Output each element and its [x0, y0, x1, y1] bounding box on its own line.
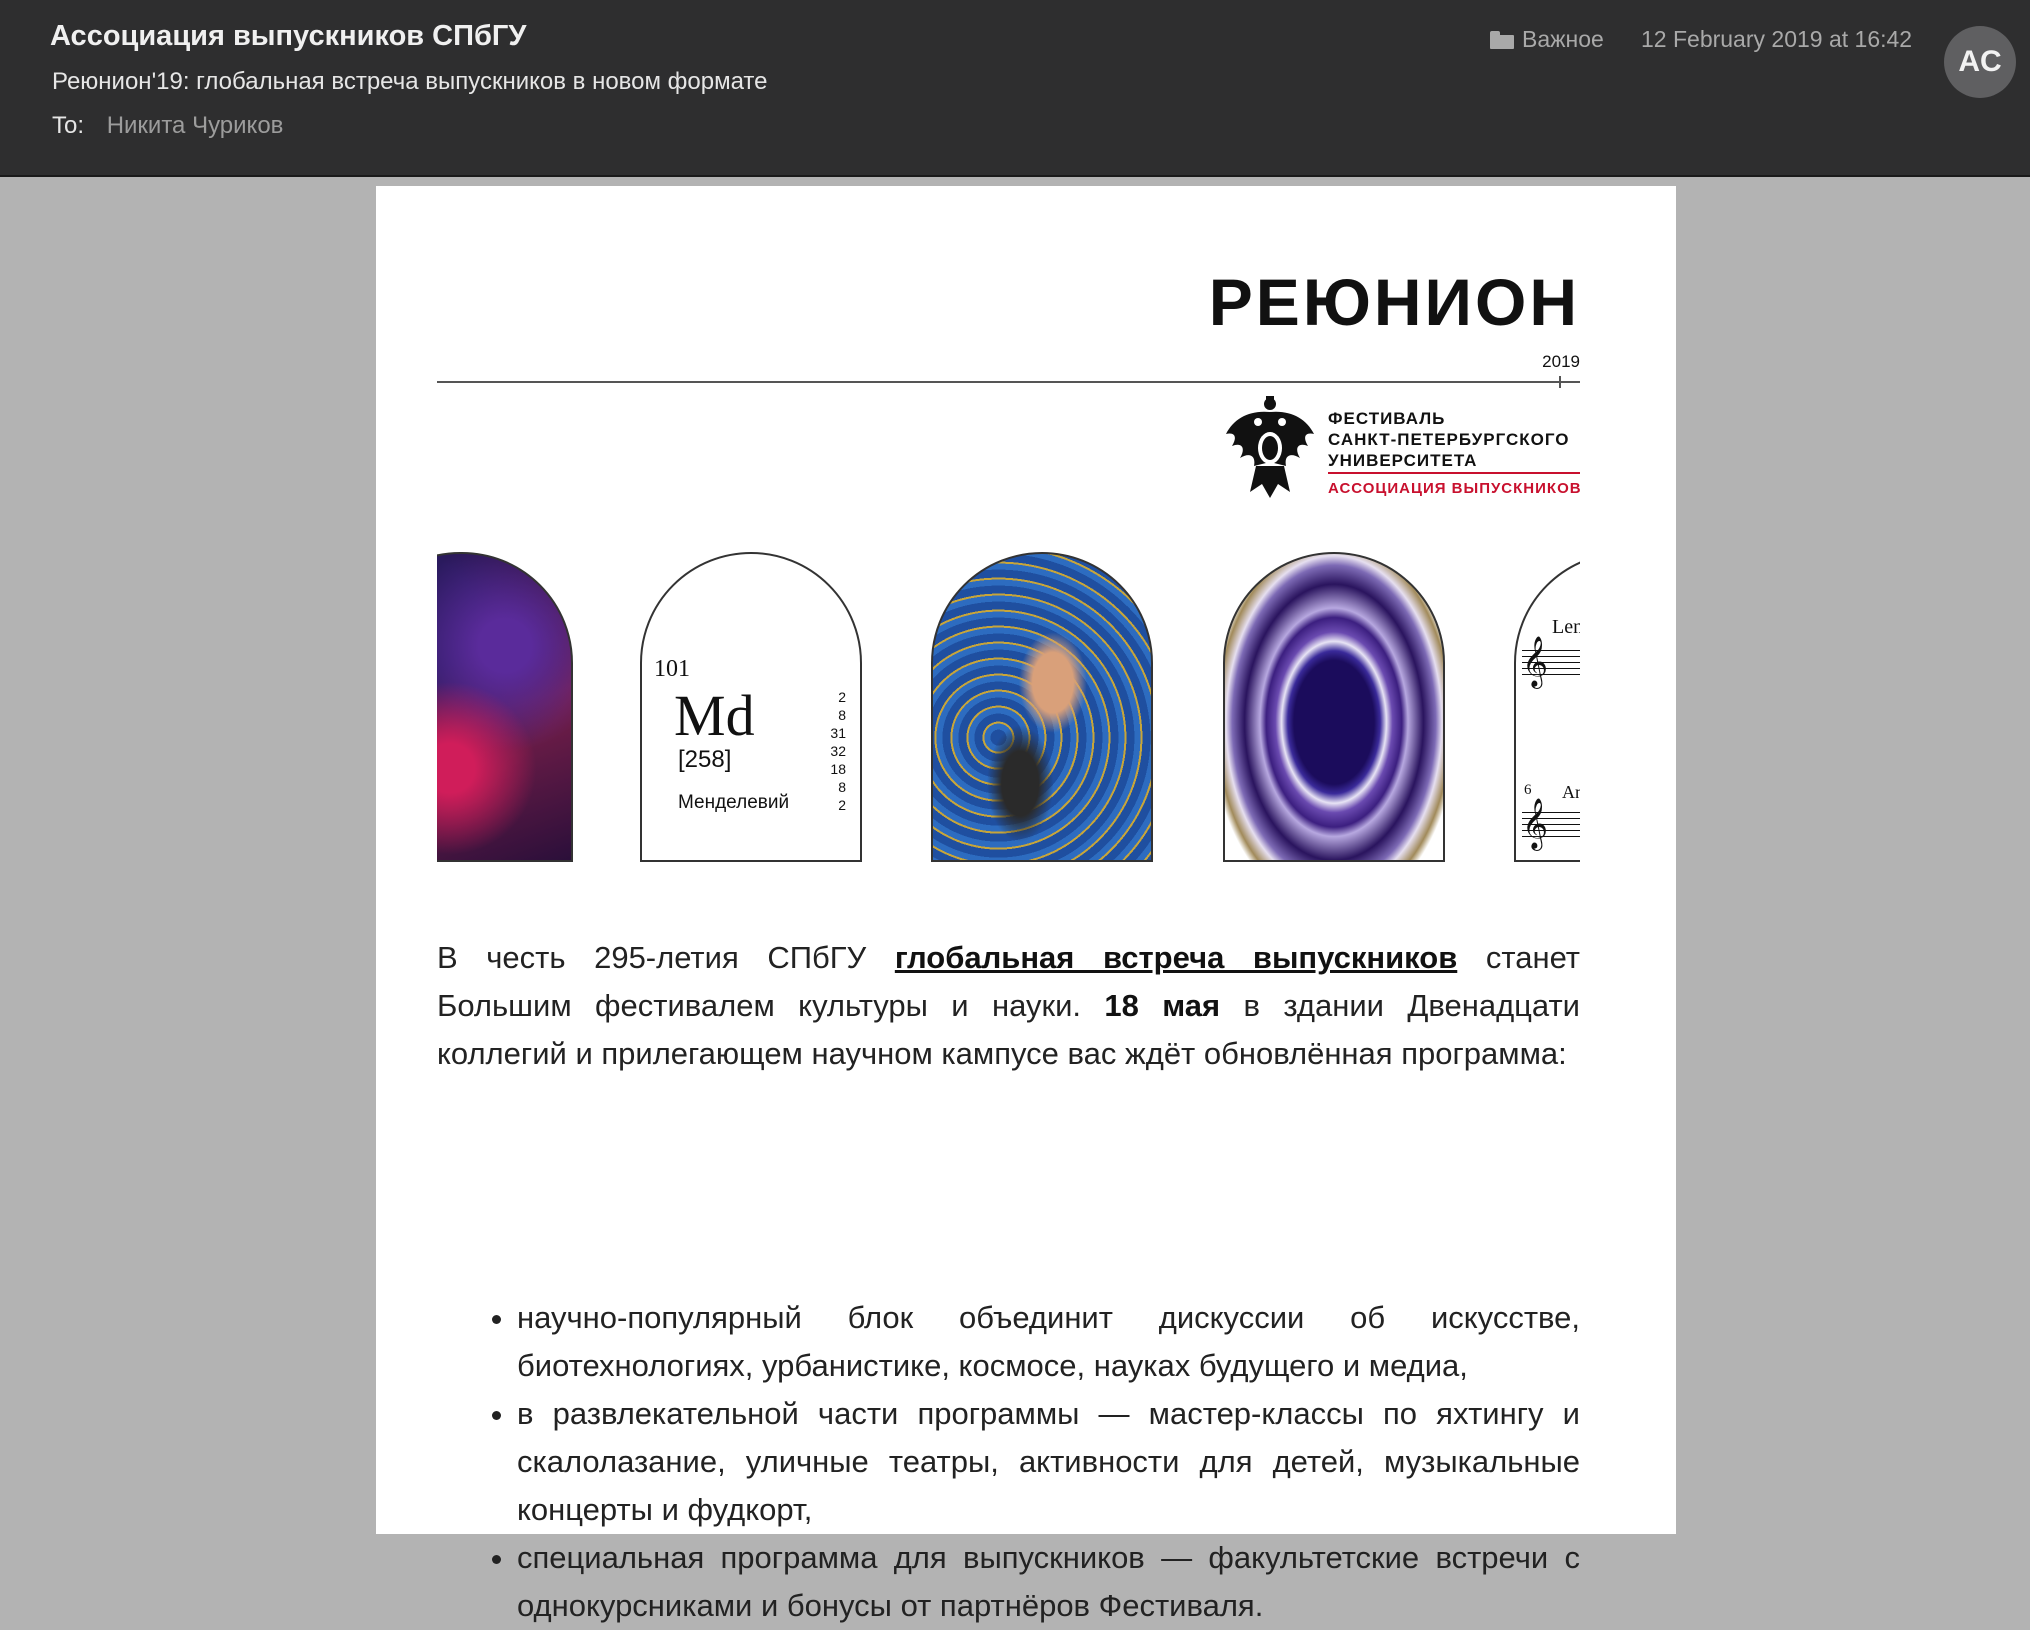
music-bar-number: 6 [1524, 782, 1532, 798]
festival-caption: ФЕСТИВАЛЬ САНКТ-ПЕТЕРБУРГСКОГО УНИВЕРСИТ… [1328, 408, 1570, 471]
recipient-name[interactable]: Никита Чуриков [107, 112, 284, 139]
mendelevium-element-arch: 101 Md [258] Менделевий 2 8 31 32 18 8 2 [640, 552, 862, 862]
program-list: научно-популярный блок объединит дискусс… [437, 1294, 1580, 1630]
message-date: 12 February 2019 at 16:42 [1641, 26, 1913, 52]
folder-icon [1490, 30, 1514, 49]
intro-paragraph: В честь 295-летия СПбГУ глобальная встре… [437, 940, 1580, 1071]
music-label-bottom: An [1562, 782, 1580, 802]
event-date: 18 мая [1104, 988, 1221, 1023]
arch-banner: 101 Md [258] Менделевий 2 8 31 32 18 8 2… [437, 550, 1580, 868]
message-body: РЕЮНИОН 2019 ФЕСТИВАЛЬ САНКТ-ПЕТЕРБУРГСК… [376, 186, 1676, 1623]
agate-mineral-arch [1223, 552, 1445, 862]
spbu-eagle-emblem-icon [1226, 396, 1314, 498]
recipient-row: To: Никита Чуриков [52, 112, 283, 140]
festival-line-1: ФЕСТИВАЛЬ [1328, 409, 1446, 428]
element-symbol: Md [674, 683, 755, 748]
element-mass: [258] [678, 746, 732, 773]
list-item: специальная программа для выпускников — … [517, 1534, 1580, 1630]
mailbox-label[interactable]: Важное [1490, 26, 1604, 53]
alumni-association-caption: АССОЦИАЦИЯ ВЫПУСКНИКОВ [1328, 480, 1582, 497]
festival-red-rule [1328, 472, 1580, 474]
sender-name[interactable]: Ассоциация выпускников СПбГУ [50, 20, 526, 53]
mailbox-name: Важное [1522, 26, 1604, 52]
sender-avatar[interactable]: AC [1944, 26, 2016, 98]
treble-clef-icon: 𝄞 [1522, 637, 1549, 686]
message-header: Ассоциация выпускников СПбГУ Реюнион'19:… [0, 0, 2030, 177]
global-meeting-link[interactable]: глобальная встреча выпускников [895, 940, 1457, 975]
element-name: Менделевий [678, 792, 790, 813]
list-item: научно-популярный блок объединит дискусс… [517, 1294, 1580, 1390]
reunion-logo-year: 2019 [1542, 352, 1580, 371]
message-subject: Реюнион'19: глобальная встреча выпускник… [52, 68, 768, 95]
festival-line-3: УНИВЕРСИТЕТА [1328, 451, 1478, 470]
element-atomic-number: 101 [654, 656, 690, 682]
treble-clef-icon-bottom: 𝄞 [1522, 799, 1549, 848]
reunion-logo-title: РЕЮНИОН [1208, 265, 1580, 339]
to-label: To: [52, 112, 85, 139]
list-item: в развлекательной части программы — маст… [517, 1390, 1580, 1534]
ballet-dancer-arch [931, 552, 1153, 862]
sheet-music-arch: Len 𝄞 6 An 𝄞 [1514, 552, 1580, 862]
logo-divider [437, 381, 1580, 383]
music-label-top: Len [1552, 616, 1580, 638]
festival-line-2: САНКТ-ПЕТЕРБУРГСКОГО [1328, 430, 1570, 449]
space-nebula-arch [437, 552, 573, 862]
logo-divider-tick [1559, 376, 1561, 388]
element-shells: 2 8 31 32 18 8 2 [830, 689, 846, 813]
